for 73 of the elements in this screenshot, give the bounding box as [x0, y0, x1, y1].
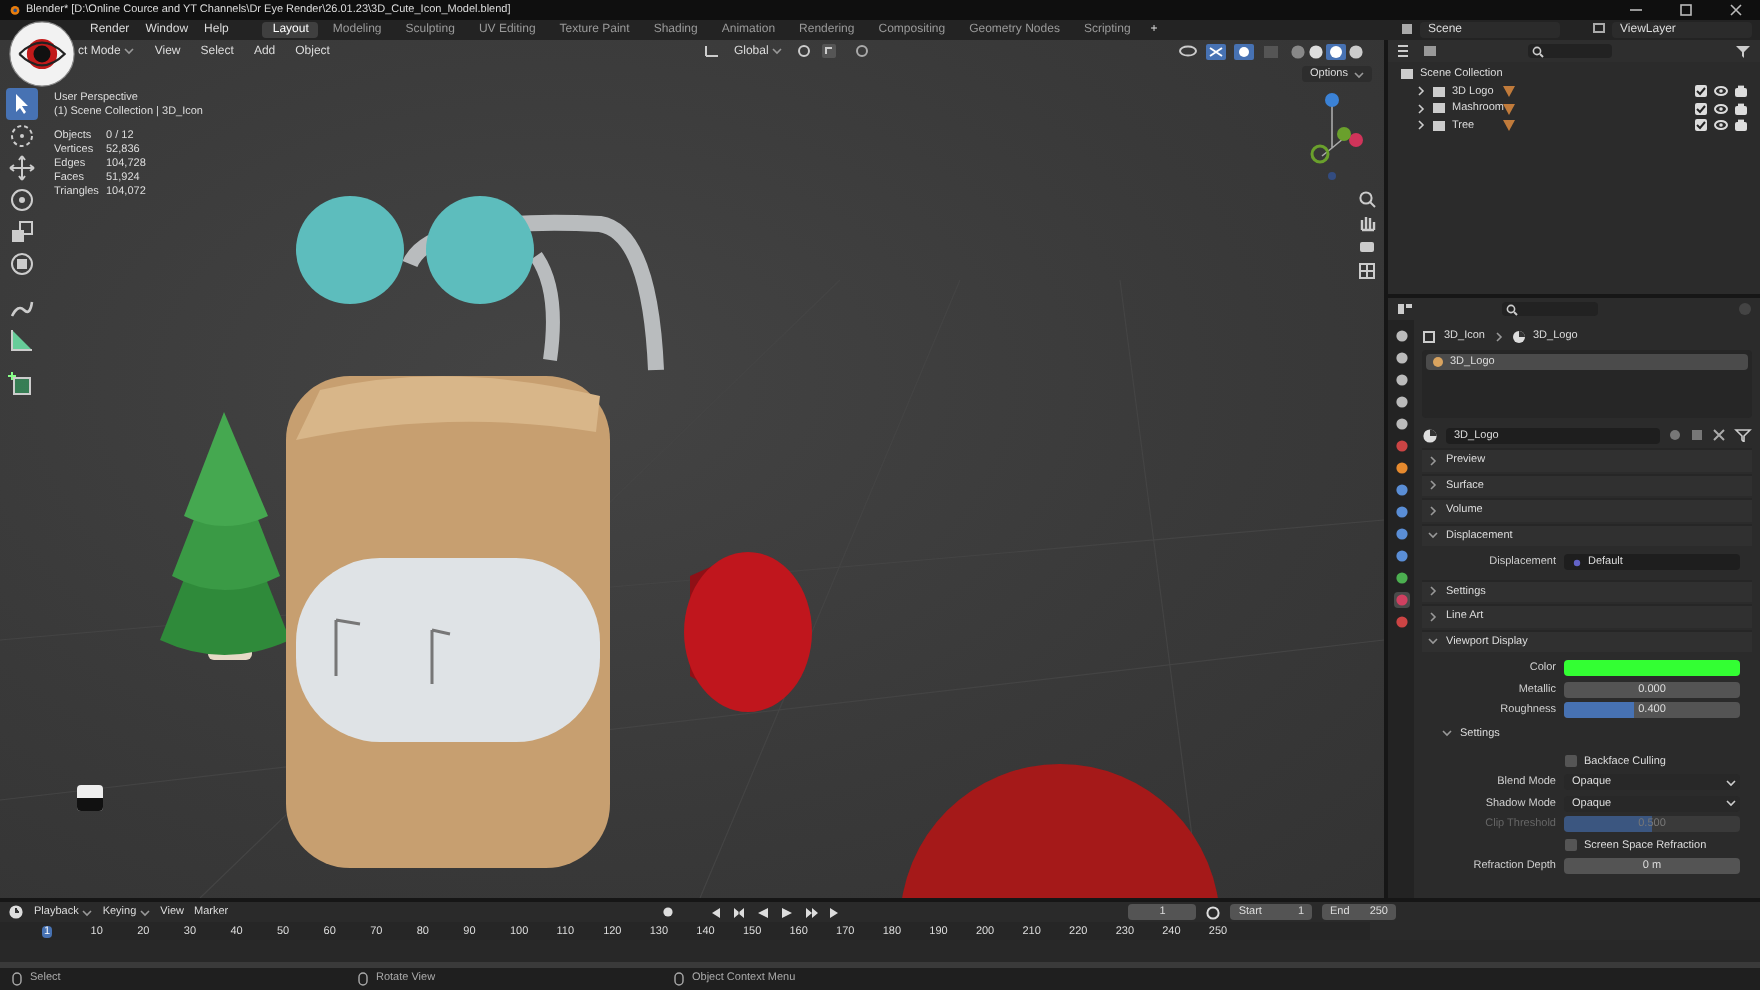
caret-icon [1428, 586, 1438, 597]
jump-start-icon[interactable] [708, 905, 723, 920]
gizmo-toggle-icon[interactable] [1206, 43, 1226, 60]
overlay-toggle-icon[interactable] [1234, 43, 1254, 60]
material-tab-icon[interactable] [1393, 592, 1409, 609]
caret-icon [1428, 530, 1438, 541]
maximize-icon[interactable] [1678, 3, 1694, 16]
jump-end-icon[interactable] [828, 905, 843, 920]
caret-icon [1428, 505, 1438, 516]
caret-icon [140, 907, 151, 918]
axis-gizmo-icon[interactable] [1308, 88, 1368, 181]
search-field[interactable] [1502, 302, 1598, 317]
socket-icon [1572, 557, 1582, 568]
mouse-icon [674, 971, 684, 986]
property-tab-icon[interactable] [1393, 614, 1409, 631]
caret-icon [1493, 331, 1503, 342]
view-layer-icon[interactable] [1592, 22, 1608, 37]
hand-icon[interactable] [1358, 214, 1376, 233]
editor-type-icon[interactable] [1396, 302, 1414, 317]
eye-icon[interactable] [1714, 118, 1728, 133]
material-icon [1511, 329, 1525, 344]
half-shaded-square-icon[interactable] [76, 784, 104, 813]
caret-icon [124, 46, 135, 57]
unlink-icon[interactable] [1712, 428, 1726, 443]
search-icon [1532, 45, 1544, 58]
material-icon[interactable] [1422, 427, 1438, 444]
checkbox[interactable] [1694, 118, 1708, 133]
caret-icon [1442, 728, 1452, 739]
select-tool-icon[interactable] [6, 88, 38, 121]
visibility-icon[interactable] [1178, 44, 1198, 59]
cursor-tool-icon[interactable] [6, 120, 38, 153]
record-icon[interactable] [660, 904, 677, 921]
editor-type-icon[interactable] [1396, 44, 1414, 59]
pivot-icon[interactable] [796, 44, 815, 59]
color-swatch[interactable] [1564, 660, 1740, 677]
ball-knob [426, 196, 534, 305]
caret-icon [1428, 455, 1438, 466]
measure-tool-icon[interactable] [6, 324, 38, 357]
grid-icon[interactable] [1358, 262, 1376, 281]
mouse-icon [12, 971, 22, 986]
stopwatch-icon[interactable] [1206, 905, 1221, 920]
material-icon [1432, 356, 1444, 369]
caret-icon [1428, 611, 1438, 622]
orientation-icon [703, 44, 720, 59]
checkbox[interactable] [1694, 101, 1708, 116]
caret-icon [1428, 636, 1438, 647]
checkbox[interactable] [1564, 754, 1578, 769]
display-mode-icon[interactable] [1422, 44, 1440, 59]
caret-icon [82, 907, 93, 918]
eye-icon[interactable] [1714, 101, 1728, 116]
checkbox[interactable] [1564, 838, 1578, 853]
filter-icon[interactable] [1734, 428, 1752, 443]
rotate-tool-icon[interactable] [6, 184, 38, 217]
app-icon [8, 3, 20, 16]
checkbox[interactable] [1694, 84, 1708, 99]
scene-icon[interactable] [1400, 22, 1416, 37]
mouse-icon [358, 971, 368, 986]
mesh-object-icon [1422, 329, 1436, 344]
caret-icon [772, 46, 783, 57]
ball-knob [296, 196, 404, 305]
collection-icon [1400, 68, 1414, 81]
move-tool-icon[interactable] [6, 152, 38, 185]
eye-icon[interactable] [1714, 84, 1728, 99]
caret-icon [1354, 69, 1364, 80]
search-icon [1506, 303, 1518, 316]
zoom-icon[interactable] [1358, 190, 1376, 209]
minimize-icon[interactable] [1628, 3, 1644, 16]
search-field[interactable] [1528, 44, 1612, 59]
caret-icon [1428, 480, 1438, 491]
clock-icon[interactable] [8, 904, 24, 921]
duplicate-icon[interactable] [1690, 428, 1704, 443]
transform-tool-icon[interactable] [6, 248, 38, 281]
close-icon[interactable] [1728, 3, 1744, 16]
